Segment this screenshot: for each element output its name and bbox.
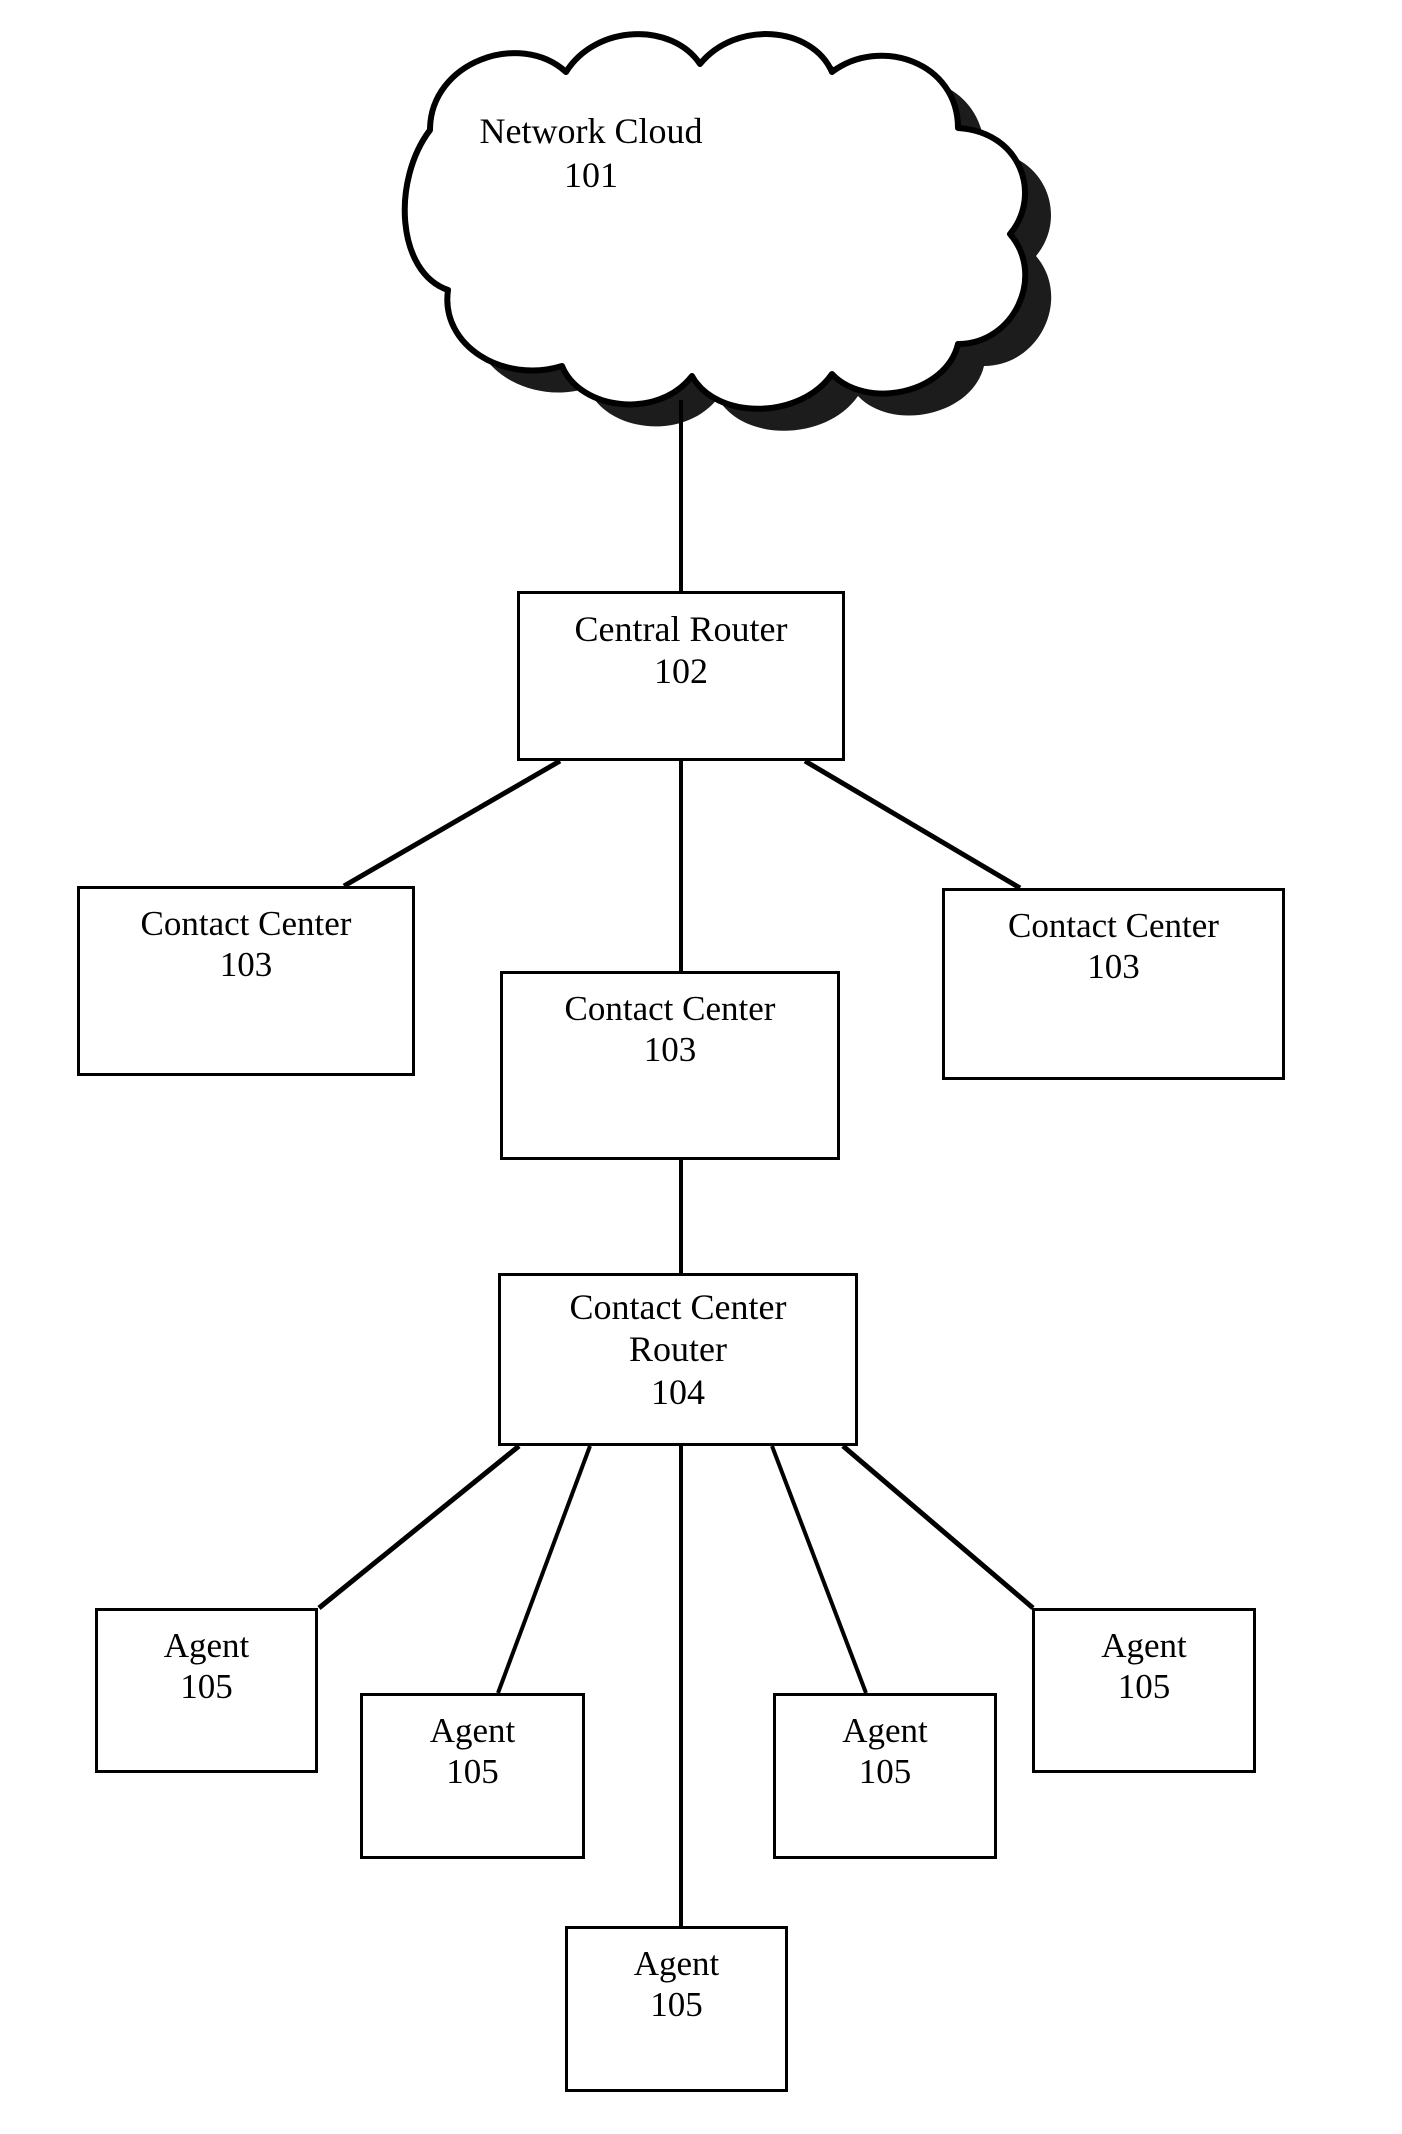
- agent-2-label-line2: 105: [446, 1752, 499, 1792]
- link-central-router-to-contact-center-right: [803, 758, 1022, 891]
- central-router-label-line1: Central Router: [574, 609, 788, 649]
- contact-center-right-node: Contact Center 103: [942, 888, 1285, 1080]
- link-router-to-agent-2: [496, 1445, 592, 1694]
- agent-5-label-line1: Agent: [1101, 1626, 1187, 1665]
- contact-center-middle-node: Contact Center 103: [500, 971, 840, 1160]
- agent-4-label-line2: 105: [858, 1752, 912, 1792]
- contact-center-left-label-line1: Contact Center: [140, 904, 352, 943]
- agent-4-label-line1: Agent: [842, 1711, 928, 1750]
- contact-center-router-label-line1: Contact Center: [569, 1287, 787, 1327]
- contact-center-right-label-line2: 103: [1087, 947, 1140, 987]
- network-cloud-label-line1: Network Cloud: [479, 111, 703, 151]
- cloud-outline: [401, 31, 1029, 412]
- link-router-to-agent-5: [841, 1444, 1035, 1610]
- central-router-label-line2: 102: [654, 651, 708, 692]
- agent-5-label-line2: 105: [1117, 1667, 1171, 1707]
- agent-2-label-line1: Agent: [429, 1711, 516, 1750]
- patent-figure: Network Cloud 101 Central Router 102 Con…: [0, 0, 1402, 2134]
- agent-6-label-line1: Agent: [633, 1944, 720, 1983]
- contact-center-left-label-line2: 103: [219, 945, 273, 985]
- agent-2-node: Agent 105: [360, 1693, 585, 1859]
- contact-center-middle-label-line2: 103: [643, 1030, 697, 1070]
- contact-center-right-label-line1: Contact Center: [1008, 906, 1219, 945]
- contact-center-router-label-line3: 104: [651, 1371, 705, 1412]
- agent-4-node: Agent 105: [773, 1693, 997, 1859]
- contact-center-left-node: Contact Center 103: [77, 886, 415, 1076]
- agent-6-label-line2: 105: [650, 1985, 703, 2025]
- agent-1-label-line1: Agent: [163, 1626, 250, 1665]
- contact-center-router-label-line2: Router: [629, 1329, 727, 1370]
- link-central-router-to-contact-center-left: [342, 758, 562, 889]
- agent-1-label-line2: 105: [180, 1667, 233, 1707]
- link-router-to-agent-4: [770, 1445, 868, 1694]
- agent-6-node: Agent 105: [565, 1926, 788, 2092]
- agent-5-node: Agent 105: [1032, 1608, 1256, 1773]
- contact-center-middle-label-line1: Contact Center: [564, 989, 776, 1028]
- link-router-to-agent-1: [317, 1444, 521, 1610]
- agent-1-node: Agent 105: [95, 1608, 318, 1773]
- network-cloud-label-line2: 101: [564, 154, 618, 195]
- contact-center-router-node: Contact Center Router 104: [498, 1273, 858, 1446]
- central-router-node: Central Router 102: [517, 591, 845, 761]
- network-cloud-label: Network Cloud 101: [381, 110, 801, 198]
